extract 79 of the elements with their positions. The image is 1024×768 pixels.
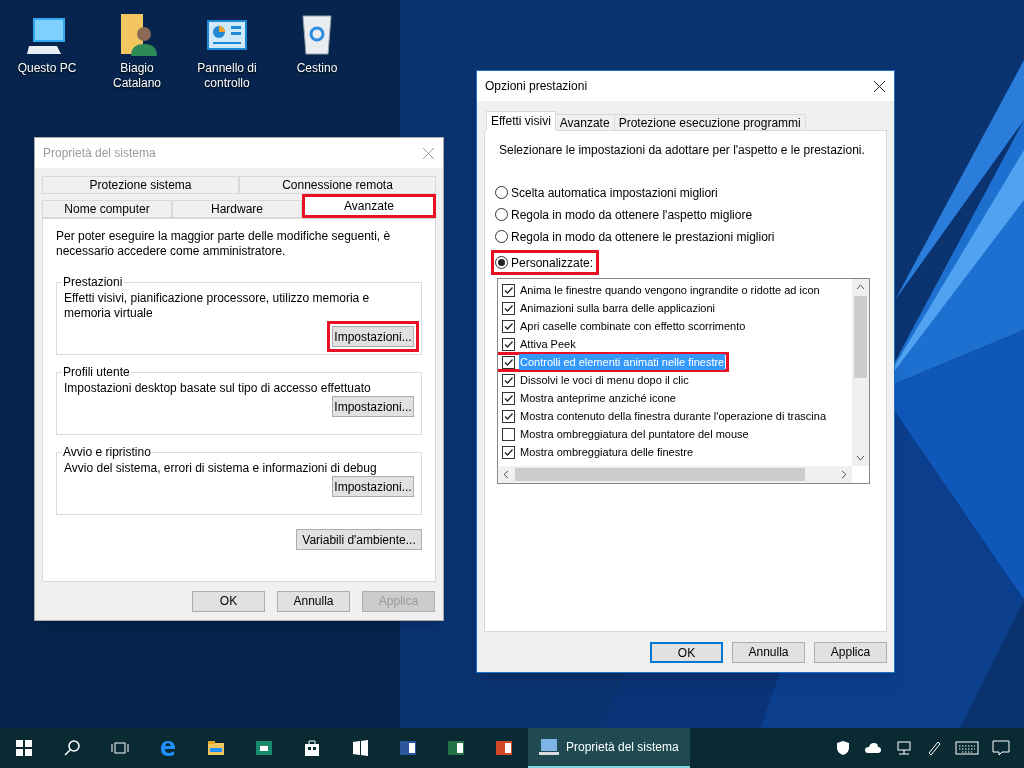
list-item[interactable]: Dissolvi le voci di menu dopo il clic [519,371,690,389]
close-icon [873,80,885,92]
spreadsheet-icon [446,738,466,758]
radio-button[interactable] [495,256,508,269]
tab[interactable]: Hardware [172,200,302,218]
checkbox[interactable] [502,445,515,459]
radio-button[interactable] [495,208,508,221]
group-description: Impostazioni desktop basate sul tipo di accesso effettuato [64,381,372,396]
cloud-icon[interactable] [864,741,882,755]
checkbox[interactable] [502,283,515,297]
scroll-thumb[interactable] [515,468,805,481]
environment-variables-button[interactable]: Variabili d'ambiente... [296,529,422,550]
window-title: Proprietà del sistema [43,145,156,162]
intro-text: Per poter eseguire la maggior parte delle modifiche seguenti, è necessario accedere come amministratore. [56,229,392,259]
keyboard-icon[interactable] [955,741,979,755]
list-item[interactable]: Animazioni sulla barra delle applicazioni [519,299,717,317]
dialog-button[interactable]: OK [650,641,723,663]
dialog-button[interactable]: Annulla [277,590,350,612]
dialog-button[interactable]: OK [192,590,265,612]
group-description: Avvio del sistema, errori di sistema e informazioni di debug [64,461,378,476]
radio-option[interactable]: Personalizzate: [495,254,596,271]
windows-logo-icon [14,738,34,758]
desktop-icon-label[interactable]: Pannello di controllo [192,61,262,91]
shield-icon[interactable] [835,740,851,756]
radio-option[interactable]: Regola in modo da ottenere l'aspetto migliore [495,206,755,223]
browser-e-icon [158,738,178,758]
list-item[interactable]: Mostra ombreggiatura delle finestre [519,443,695,461]
settings-button[interactable]: Impostazioni... [332,476,414,497]
horizontal-scrollbar[interactable] [498,466,852,483]
tab[interactable]: Connessione remota [239,176,436,194]
folder-icon [206,738,226,758]
close-icon [422,147,434,159]
dialog-button[interactable]: Applica [814,641,887,663]
checkbox[interactable] [502,373,515,387]
window-title: Opzioni prestazioni [485,78,588,95]
checkbox[interactable] [502,337,515,351]
tab[interactable]: Protezione sistema [42,176,239,194]
pen-icon[interactable] [926,740,942,756]
computer-icon [538,737,560,757]
checkbox[interactable] [502,427,515,441]
recycle-bin-icon [299,12,335,56]
group-title: Profili utente [62,364,131,381]
checkbox[interactable] [502,355,515,369]
desktop-icon-label[interactable]: Questo PC [12,61,82,76]
list-item[interactable]: Anima le finestre quando vengono ingrandite o ridotte ad icon [519,281,821,299]
word-document-icon [398,738,418,758]
desktop-icon-label[interactable]: Cestino [282,61,352,76]
radio-button[interactable] [495,186,508,199]
list-item[interactable]: Mostra ombreggiatura del puntatore del mouse [519,425,750,443]
instruction-text: Selezionare le impostazioni da adottare per l'aspetto e le prestazioni. [499,143,866,158]
checkbox[interactable] [502,409,515,423]
group-description: Effetti visivi, pianificazione processore, utilizzo memoria e memoria virtuale [64,291,371,321]
tab[interactable]: Nome computer [42,200,172,218]
app-tile-icon [254,738,274,758]
group-title: Avvio e ripristino [62,444,152,461]
taskbar-window-button[interactable]: Proprietà del sistema [528,728,690,768]
tab[interactable]: Effetti visivi [486,111,556,131]
list-item[interactable]: Mostra contenuto della finestra durante l'operazione di trascina [519,407,827,425]
dialog-button[interactable]: Annulla [732,641,805,663]
checkbox[interactable] [502,319,515,333]
desktop-icon-label[interactable]: Biagio Catalano [102,61,172,91]
scroll-thumb[interactable] [854,296,867,378]
radio-button[interactable] [495,230,508,243]
shopping-bag-icon [302,738,322,758]
radio-option[interactable]: Scelta automatica impostazioni migliori [495,184,720,201]
settings-button[interactable]: Impostazioni... [332,396,414,417]
settings-button[interactable]: Impostazioni... [332,326,414,347]
vertical-scrollbar[interactable] [852,279,869,466]
radio-option[interactable]: Regola in modo da ottenere le prestazioni migliori [495,228,777,245]
checkbox[interactable] [502,391,515,405]
list-item[interactable]: Mostra anteprime anziché icone [519,389,677,407]
search-icon [62,738,82,758]
list-item[interactable]: Apri caselle combinate con effetto scorrimento [519,317,747,335]
list-item[interactable]: Attiva Peek [519,335,577,353]
tiles-icon [350,738,370,758]
presentation-icon [494,738,514,758]
network-icon[interactable] [895,740,913,756]
checkbox[interactable] [502,301,515,315]
group-title: Prestazioni [62,274,124,291]
